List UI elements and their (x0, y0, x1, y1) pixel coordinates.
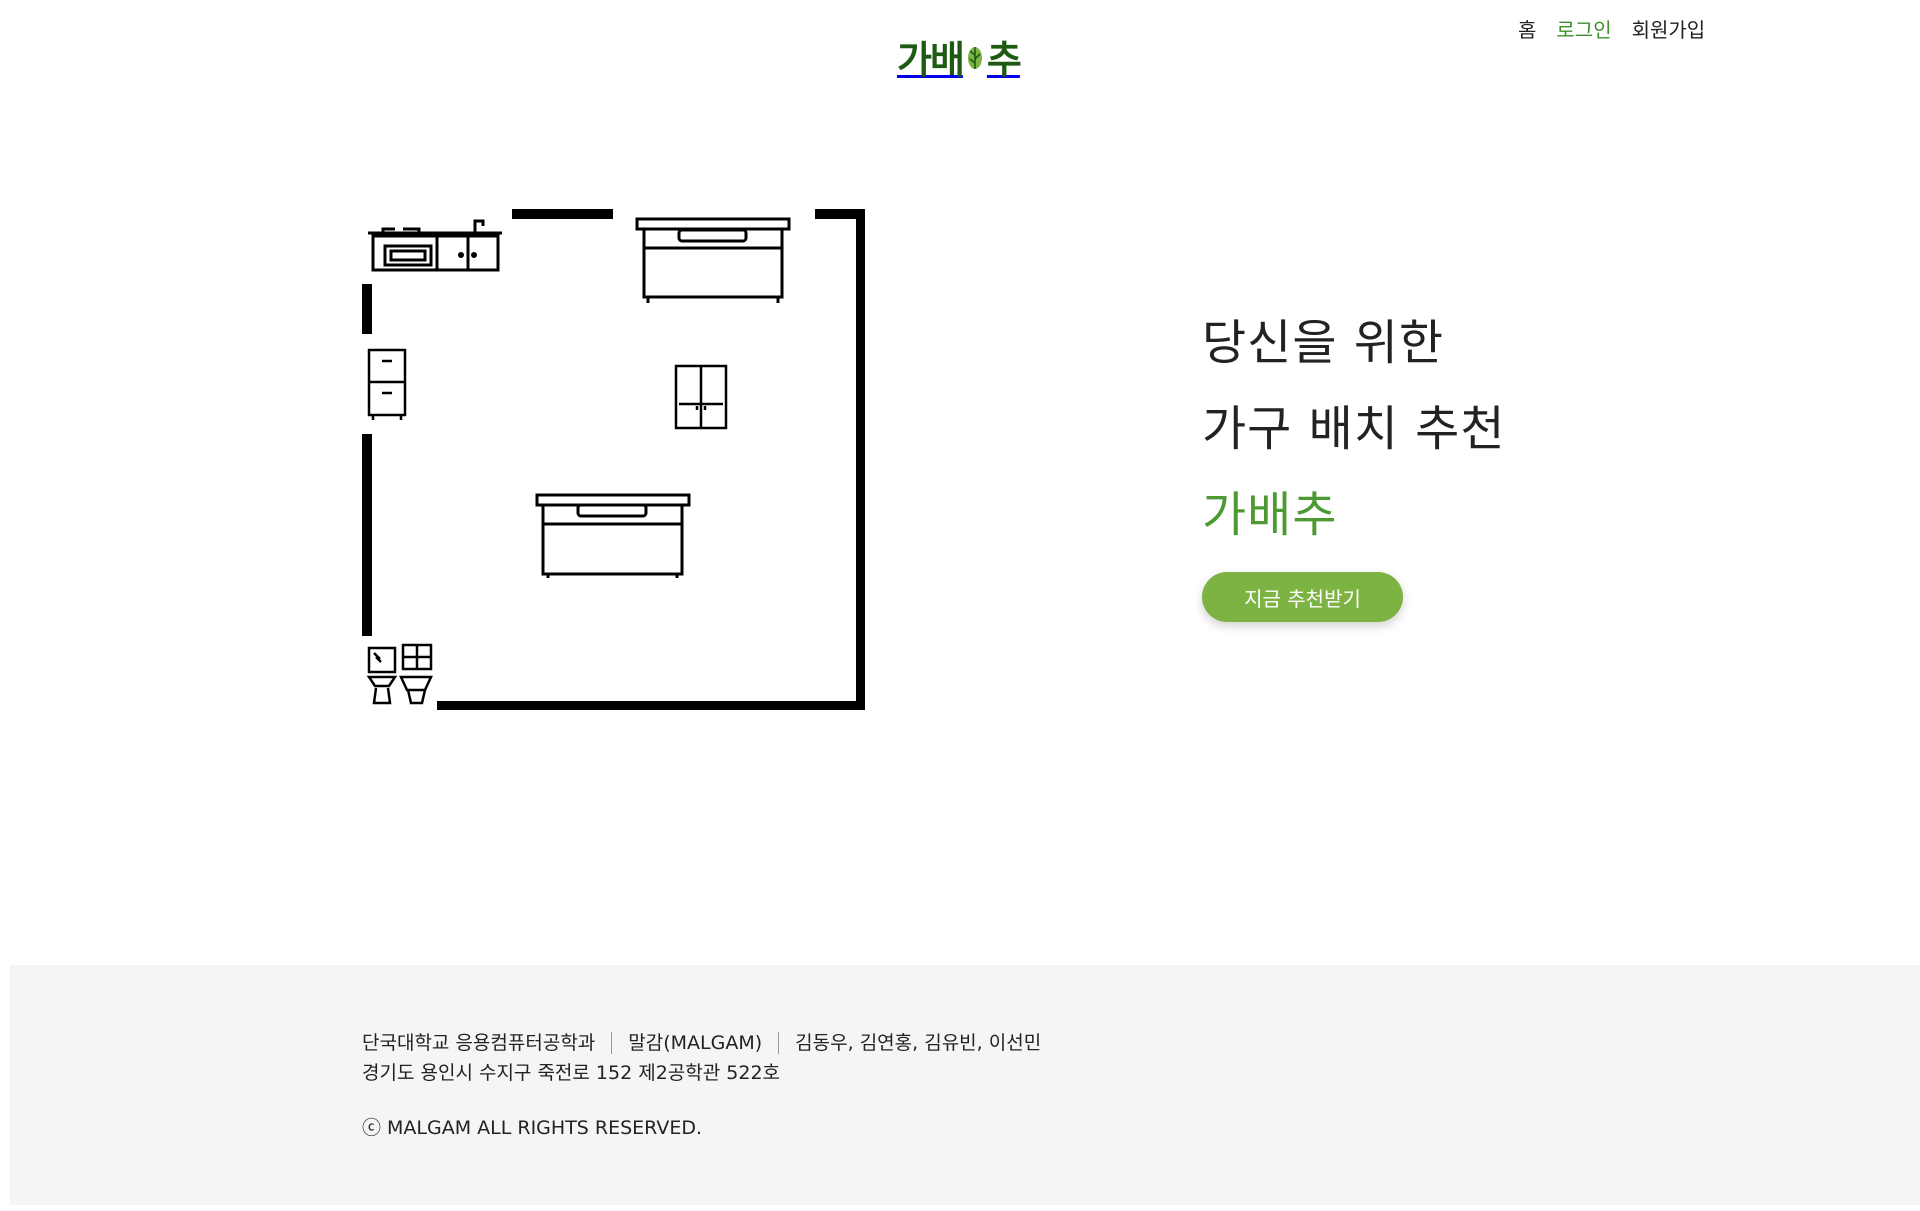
bed-icon (535, 493, 691, 578)
hero-section: 당신을 위한 가구 배치 추천 가배추 (1202, 300, 1505, 558)
nav-signup[interactable]: 회원가입 (1632, 14, 1706, 46)
nav-home[interactable]: 홈 (1518, 14, 1536, 46)
hero-brand: 가배추 (1202, 487, 1338, 543)
footer-divider (611, 1032, 613, 1054)
footer-university: 단국대학교 응용컴퓨터공학과 (362, 1032, 596, 1054)
nav-login[interactable]: 로그인 (1556, 14, 1611, 46)
footer-address: 경기도 용인시 수지구 죽전로 152 제2공학관 522호 (362, 1062, 781, 1084)
floor-plan-illustration (362, 209, 865, 710)
toilet-icon (399, 643, 433, 705)
bed-icon (635, 217, 791, 303)
logo-text-part1: 가배 (897, 38, 965, 82)
site-header: 가배 추 홈 로그인 회원가입 (0, 0, 1920, 120)
get-recommendation-button[interactable]: 지금 추천받기 (1202, 572, 1403, 622)
footer-members: 김동우, 김연홍, 김유빈, 이선민 (795, 1032, 1042, 1054)
footer-info-row: 단국대학교 응용컴퓨터공학과 말감(MALGAM) 김동우, 김연홍, 김유빈,… (362, 1030, 1041, 1056)
site-logo[interactable]: 가배 추 (897, 36, 1022, 84)
room-walls (362, 209, 865, 710)
footer-team: 말감(MALGAM) (628, 1032, 763, 1054)
cabbage-icon (965, 43, 985, 77)
hero-line-2: 가구 배치 추천 (1202, 401, 1506, 457)
site-footer: 단국대학교 응용컴퓨터공학과 말감(MALGAM) 김동우, 김연홍, 김유빈,… (10, 965, 1920, 1205)
footer-divider (778, 1032, 780, 1054)
dresser-icon (367, 348, 407, 420)
sink-icon (366, 646, 398, 705)
top-nav: 홈 로그인 회원가입 (1518, 14, 1705, 46)
kitchen-counter-icon (368, 219, 502, 272)
footer-copyright: ⓒ MALGAM ALL RIGHTS RESERVED. (362, 1117, 703, 1139)
hero-line-1: 당신을 위한 (1202, 315, 1445, 371)
wardrobe-icon (674, 364, 728, 430)
logo-text-part2: 추 (986, 38, 1022, 82)
